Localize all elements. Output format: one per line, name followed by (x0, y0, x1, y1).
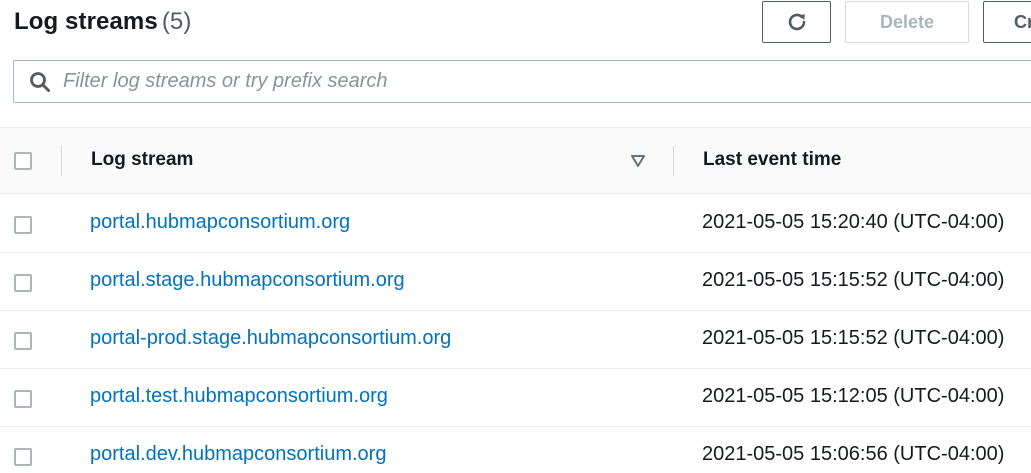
search-bar (13, 60, 1031, 103)
log-streams-panel: Log streams(5) Delete Cr Log stream Last… (0, 0, 1031, 473)
last-event-time: 2021-05-05 15:06:56 (UTC-04:00) (702, 443, 1005, 465)
last-event-time: 2021-05-05 15:15:52 (UTC-04:00) (702, 327, 1005, 349)
table-row: portal.test.hubmapconsortium.org 2021-05… (0, 369, 1031, 427)
table-row: portal.stage.hubmapconsortium.org 2021-0… (0, 253, 1031, 311)
delete-button[interactable]: Delete (845, 1, 969, 43)
row-checkbox[interactable] (14, 332, 32, 350)
select-all-checkbox[interactable] (14, 152, 32, 170)
table-row: portal.dev.hubmapconsortium.org 2021-05-… (0, 427, 1031, 473)
last-event-time: 2021-05-05 15:12:05 (UTC-04:00) (702, 385, 1005, 407)
log-stream-link[interactable]: portal.test.hubmapconsortium.org (90, 385, 388, 408)
search-input[interactable] (63, 61, 963, 102)
column-header-last-event-time[interactable]: Last event time (703, 149, 841, 171)
search-icon (30, 72, 50, 92)
page-title-text: Log streams (14, 8, 158, 35)
row-checkbox[interactable] (14, 274, 32, 292)
row-checkbox[interactable] (14, 390, 32, 408)
row-checkbox[interactable] (14, 216, 32, 234)
create-log-stream-button[interactable]: Cr (983, 1, 1031, 43)
column-divider (61, 146, 62, 176)
table-header: Log stream Last event time (0, 128, 1031, 194)
last-event-time: 2021-05-05 15:20:40 (UTC-04:00) (702, 211, 1005, 233)
row-checkbox[interactable] (14, 448, 32, 466)
last-event-time: 2021-05-05 15:15:52 (UTC-04:00) (702, 269, 1005, 291)
log-stream-link[interactable]: portal.dev.hubmapconsortium.org (90, 443, 386, 466)
page-title: Log streams (5) (14, 8, 191, 36)
log-stream-link[interactable]: portal-prod.stage.hubmapconsortium.org (90, 327, 451, 350)
refresh-icon (788, 13, 805, 31)
sort-descending-icon[interactable] (630, 154, 646, 168)
log-stream-link[interactable]: portal.stage.hubmapconsortium.org (90, 269, 405, 292)
column-divider (673, 146, 674, 176)
stream-count: (5) (161, 8, 192, 35)
refresh-button[interactable] (762, 1, 831, 43)
column-header-log-stream[interactable]: Log stream (91, 149, 193, 171)
table-row: portal-prod.stage.hubmapconsortium.org 2… (0, 311, 1031, 369)
log-stream-link[interactable]: portal.hubmapconsortium.org (90, 211, 350, 234)
table-row: portal.hubmapconsortium.org 2021-05-05 1… (0, 195, 1031, 253)
